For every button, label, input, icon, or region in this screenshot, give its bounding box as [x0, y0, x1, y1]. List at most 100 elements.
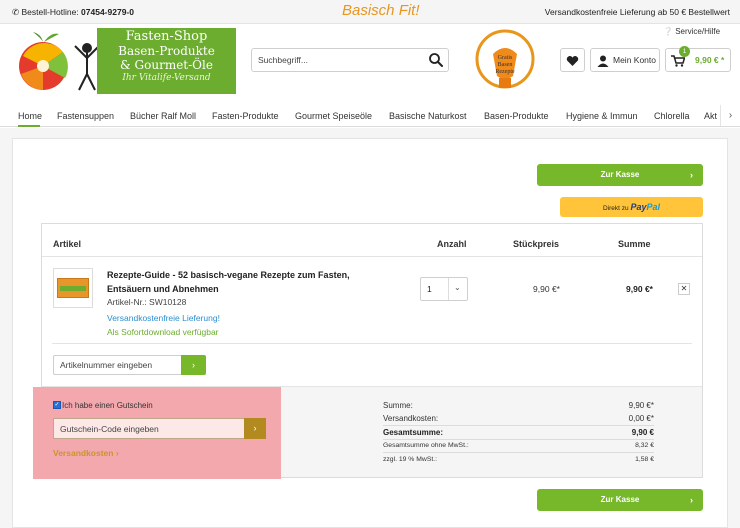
search-icon[interactable] [428, 52, 444, 68]
nav-item-speiseoele[interactable]: Gourmet Speiseöle [295, 111, 372, 121]
nav-item-home[interactable]: Home [18, 111, 42, 121]
free-recipes-badge[interactable]: Gratis Basen Rezepte [473, 28, 537, 94]
search-box [251, 48, 449, 72]
nav-active-indicator [18, 125, 40, 127]
badge-line-3: Rezepte [495, 69, 515, 75]
quantity-divider [448, 278, 449, 300]
search-input[interactable] [252, 49, 422, 71]
nav-item-naturkost[interactable]: Basische Naturkost [389, 111, 467, 121]
paypal-brand-pal: Pal [646, 202, 660, 212]
logo-line-1: Fasten-Shop [125, 29, 208, 44]
paypal-express-button[interactable]: Direkt zu PayPal [560, 197, 703, 217]
product-image [57, 278, 89, 298]
product-download-note: Als Sofortdownload verfügbar [107, 327, 219, 337]
paypal-brand-pay: Pay [630, 202, 647, 212]
product-thumbnail[interactable] [53, 268, 93, 308]
row-divider [52, 343, 692, 344]
chevron-right-icon: › [192, 360, 195, 370]
badge-line-2: Basen [498, 62, 513, 68]
unit-price: 9,90 €* [533, 284, 560, 294]
phone-icon: ✆ [12, 7, 20, 17]
chevron-right-icon: › [115, 448, 119, 458]
voucher-checkbox[interactable]: ✓ [53, 401, 61, 409]
quantity-value: 1 [427, 284, 432, 294]
hotline: ✆ Bestell-Hotline: 07454-9279-0 [12, 7, 134, 18]
logo-line-4: Ihr Vitalife-Versand [122, 73, 211, 83]
summary-value-shipping: 0,00 €* [628, 414, 654, 423]
quantity-select[interactable]: 1 ⌄ [420, 277, 468, 301]
paypal-prefix: Direkt zu [603, 205, 629, 212]
product-shipping-note: Versandkostenfreie Lieferung! [107, 313, 220, 323]
nav-item-basen-produkte[interactable]: Basen-Produkte [484, 111, 549, 121]
column-header-total: Summe [618, 239, 651, 249]
shipping-note: Versandkostenfreie Lieferung ab 50 € Bes… [544, 7, 730, 17]
summary-label-shipping: Versandkosten: [383, 414, 439, 423]
header-divider [42, 256, 702, 257]
summary-divider [383, 452, 654, 453]
summary-label-net: Gesamtsumme ohne MwSt.: [383, 442, 469, 449]
column-header-article: Artikel [53, 239, 82, 249]
top-bar: ✆ Bestell-Hotline: 07454-9279-0 Basisch … [0, 0, 740, 24]
checkout-label: Zur Kasse [600, 495, 640, 504]
user-icon [597, 55, 609, 67]
summary-label-subtotal: Summe: [383, 401, 413, 410]
summary-value-subtotal: 9,90 €* [628, 401, 654, 410]
shop-logo[interactable]: Fasten-Shop Basen-Produkte & Gourmet-Öle… [13, 28, 236, 94]
voucher-checkbox-label[interactable]: Ich habe einen Gutschein [62, 401, 153, 410]
article-number-input[interactable] [53, 355, 181, 375]
cart-total: 9,90 € * [695, 55, 725, 65]
summary-label-vat: zzgl. 19 % MwSt.: [383, 456, 438, 463]
nav-item-fastensuppen[interactable]: Fastensuppen [57, 111, 114, 121]
summary-label-grand-total: Gesamtsumme: [383, 428, 444, 437]
help-icon: ❔ [663, 27, 673, 36]
hotline-number[interactable]: 07454-9279-0 [81, 7, 134, 17]
nav-scroll-right-icon[interactable]: › [720, 105, 740, 126]
cart-count-badge: 1 [679, 46, 690, 57]
add-article-button[interactable]: › [181, 355, 206, 375]
wishlist-button[interactable] [560, 48, 585, 72]
nav-item-fasten-produkte[interactable]: Fasten-Produkte [212, 111, 279, 121]
checkout-button-top[interactable]: Zur Kasse › [537, 164, 703, 186]
column-header-unit-price: Stückpreis [513, 239, 560, 249]
chevron-right-icon: › [690, 170, 693, 180]
row-total: 9,90 €* [626, 284, 653, 294]
nav-item-chlorella[interactable]: Chlorella [654, 111, 690, 121]
chevron-right-icon: › [253, 423, 257, 433]
heart-icon [566, 56, 579, 66]
service-menu[interactable]: ❔ Service/Hilfe [663, 27, 720, 36]
tagline: Basisch Fit! [342, 2, 420, 19]
chevron-down-icon: ⌄ [454, 283, 461, 292]
product-article-number: Artikel-Nr.: SW10128 [107, 297, 187, 307]
service-label: Service/Hilfe [675, 27, 721, 36]
shipping-costs-link[interactable]: Versandkosten › [53, 448, 119, 458]
product-image-stripe [60, 286, 86, 291]
logo-line-2: Basen-Produkte [118, 44, 215, 58]
summary-value-grand-total: 9,90 € [631, 428, 654, 437]
voucher-code-input[interactable] [53, 418, 244, 439]
checkout-button-bottom[interactable]: Zur Kasse › [537, 489, 703, 511]
column-header-quantity: Anzahl [437, 239, 467, 249]
recipe-badge-icon: Gratis Basen Rezepte [475, 29, 535, 89]
nav-item-buecher[interactable]: Bücher Ralf Moll [130, 111, 196, 121]
cart-button[interactable]: 1 9,90 € * [665, 46, 731, 72]
hotline-label: Bestell-Hotline: [21, 7, 79, 17]
logo-line-3: & Gourmet-Öle [120, 58, 213, 72]
account-button[interactable]: Mein Konto [590, 48, 660, 72]
summary-divider [383, 425, 654, 426]
main-navigation: Home Fastensuppen Bücher Ralf Moll Faste… [0, 105, 740, 127]
chevron-right-icon: › [690, 495, 693, 505]
apply-voucher-button[interactable]: › [244, 418, 266, 439]
nav-item-aktionen[interactable]: Akt [704, 111, 717, 121]
product-name[interactable]: Rezepte-Guide - 52 basisch-vegane Rezept… [107, 268, 372, 296]
summary-value-net: 8,32 € [635, 442, 654, 449]
badge-line-1: Gratis [498, 55, 513, 61]
summary-value-vat: 1,58 € [635, 456, 654, 463]
checkout-label: Zur Kasse [600, 170, 640, 179]
summary-divider [383, 439, 654, 440]
logo-text-panel: Fasten-Shop Basen-Produkte & Gourmet-Öle… [97, 28, 236, 94]
shipping-costs-label: Versandkosten [53, 448, 114, 458]
account-label: Mein Konto [613, 55, 656, 65]
remove-item-icon[interactable]: ✕ [678, 283, 690, 295]
fruit-logo-icon [19, 32, 100, 91]
nav-item-hygiene[interactable]: Hygiene & Immun [566, 111, 638, 121]
